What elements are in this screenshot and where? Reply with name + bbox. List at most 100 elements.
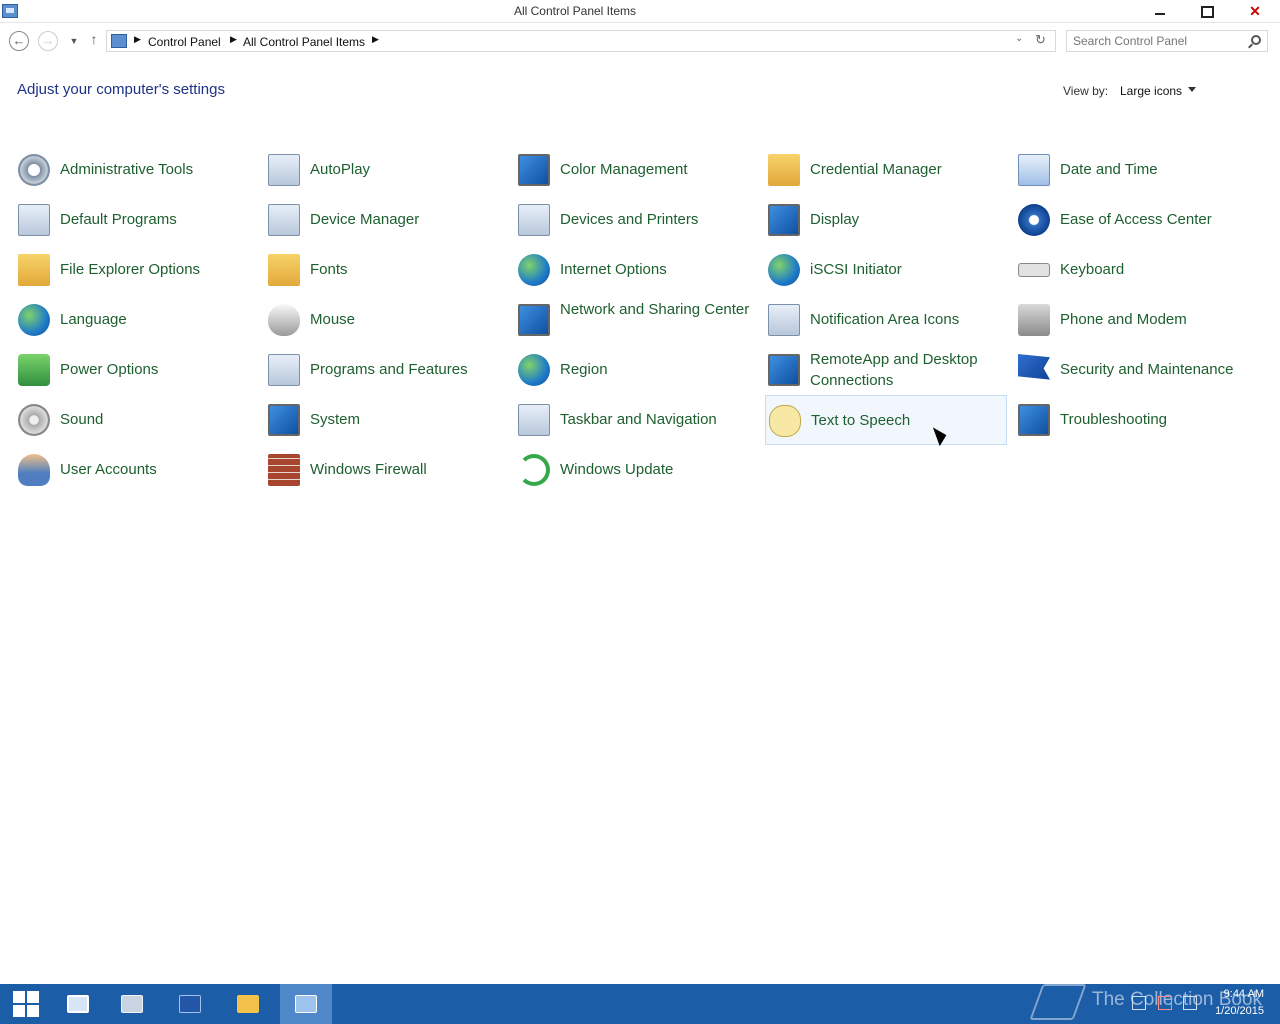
- item-label: Date and Time: [1060, 161, 1158, 178]
- file-explorer-options-icon: [18, 254, 50, 286]
- item-devices-printers[interactable]: Devices and Printers: [515, 195, 757, 245]
- item-label: Security and Maintenance: [1060, 361, 1234, 378]
- taskbar-powershell[interactable]: [164, 984, 216, 1024]
- item-label: Language: [60, 311, 127, 328]
- breadcrumb-all-items[interactable]: All Control Panel Items: [243, 35, 365, 49]
- item-internet-options[interactable]: Internet Options: [515, 245, 757, 295]
- address-dropdown-icon[interactable]: ⌄: [1015, 33, 1023, 44]
- search-box[interactable]: [1066, 30, 1268, 52]
- item-text-to-speech[interactable]: Text to Speech: [765, 395, 1007, 445]
- item-taskbar-navigation[interactable]: Taskbar and Navigation: [515, 395, 757, 445]
- breadcrumb-control-panel[interactable]: Control Panel: [148, 35, 221, 49]
- network-sharing-icon: [518, 304, 550, 336]
- item-keyboard[interactable]: Keyboard: [1015, 245, 1257, 295]
- chevron-down-icon[interactable]: [1188, 87, 1196, 92]
- minimize-button[interactable]: [1138, 0, 1184, 22]
- forward-button[interactable]: →: [38, 31, 58, 51]
- search-input[interactable]: [1073, 34, 1243, 48]
- item-system[interactable]: System: [265, 395, 507, 445]
- fonts-icon: [268, 254, 300, 286]
- item-programs-features[interactable]: Programs and Features: [265, 345, 507, 395]
- item-color-management[interactable]: Color Management: [515, 145, 757, 195]
- recent-locations-button[interactable]: ▼: [64, 31, 84, 51]
- item-windows-update[interactable]: Windows Update: [515, 445, 757, 495]
- item-power-options[interactable]: Power Options: [15, 345, 257, 395]
- item-troubleshooting[interactable]: Troubleshooting: [1015, 395, 1257, 445]
- network-icon[interactable]: [1132, 996, 1146, 1010]
- window-icon: [67, 995, 89, 1013]
- item-label: Color Management: [560, 161, 688, 178]
- item-label: Default Programs: [60, 211, 177, 228]
- volume-muted-icon[interactable]: [1158, 996, 1172, 1010]
- item-network-sharing[interactable]: Network and Sharing Center: [515, 295, 757, 345]
- item-default-programs[interactable]: Default Programs: [15, 195, 257, 245]
- start-button[interactable]: [0, 984, 52, 1024]
- item-label: Administrative Tools: [60, 161, 194, 178]
- view-by-dropdown[interactable]: Large icons: [1120, 84, 1182, 98]
- address-bar[interactable]: ▶ Control Panel ▶ All Control Panel Item…: [106, 30, 1056, 52]
- back-button[interactable]: ←: [9, 31, 29, 51]
- taskbar-file-explorer[interactable]: [222, 984, 274, 1024]
- mouse-icon: [268, 304, 300, 336]
- item-label: Ease of Access Center: [1060, 211, 1212, 228]
- item-user-accounts[interactable]: User Accounts: [15, 445, 257, 495]
- item-remoteapp[interactable]: RemoteApp and Desktop Connections: [765, 345, 1007, 395]
- item-label: System: [310, 411, 361, 428]
- control-panel-icon: [111, 34, 127, 48]
- close-button[interactable]: ✕: [1230, 0, 1280, 22]
- taskbar-task-view[interactable]: [52, 984, 104, 1024]
- up-button[interactable]: ↑: [84, 31, 104, 51]
- devices-printers-icon: [518, 204, 550, 236]
- item-administrative-tools[interactable]: Administrative Tools: [15, 145, 257, 195]
- text-to-speech-icon: [769, 405, 801, 437]
- item-label: iSCSI Initiator: [810, 261, 902, 278]
- search-icon[interactable]: [1251, 35, 1261, 45]
- item-phone-modem[interactable]: Phone and Modem: [1015, 295, 1257, 345]
- navigation-bar: ← → ▼ ↑ ▶ Control Panel ▶ All Control Pa…: [0, 28, 1280, 54]
- default-programs-icon: [18, 204, 50, 236]
- clock-date[interactable]: 1/20/2015: [1206, 1005, 1264, 1017]
- autoplay-icon: [268, 154, 300, 186]
- folder-icon: [237, 995, 259, 1013]
- item-label: RemoteApp and Desktop Connections: [810, 351, 978, 389]
- item-label: Keyboard: [1060, 261, 1125, 278]
- item-notification-area[interactable]: Notification Area Icons: [765, 295, 1007, 345]
- item-file-explorer-options[interactable]: File Explorer Options: [15, 245, 257, 295]
- item-iscsi-initiator[interactable]: iSCSI Initiator: [765, 245, 1007, 295]
- item-date-time[interactable]: Date and Time: [1015, 145, 1257, 195]
- programs-features-icon: [268, 354, 300, 386]
- item-region[interactable]: Region: [515, 345, 757, 395]
- item-windows-firewall[interactable]: Windows Firewall: [265, 445, 507, 495]
- credential-manager-icon: [768, 154, 800, 186]
- item-label: Windows Update: [560, 461, 674, 478]
- item-credential-manager[interactable]: Credential Manager: [765, 145, 1007, 195]
- item-fonts[interactable]: Fonts: [265, 245, 507, 295]
- item-ease-of-access[interactable]: Ease of Access Center: [1015, 195, 1257, 245]
- item-label: Display: [810, 211, 860, 228]
- item-label: Programs and Features: [310, 361, 468, 378]
- restore-button[interactable]: [1184, 0, 1230, 22]
- breadcrumb-separator-icon[interactable]: ▶: [372, 34, 379, 45]
- breadcrumb-separator-icon[interactable]: ▶: [134, 34, 141, 45]
- taskbar-navigation-icon: [518, 404, 550, 436]
- item-device-manager[interactable]: Device Manager: [265, 195, 507, 245]
- item-label: Troubleshooting: [1060, 411, 1168, 428]
- action-center-icon[interactable]: [1183, 996, 1197, 1010]
- refresh-icon[interactable]: ↻: [1035, 32, 1046, 48]
- item-mouse[interactable]: Mouse: [265, 295, 507, 345]
- breadcrumb-separator-icon[interactable]: ▶: [230, 34, 237, 45]
- item-label: Phone and Modem: [1060, 311, 1187, 328]
- item-label: Text to Speech: [811, 412, 911, 429]
- color-management-icon: [518, 154, 550, 186]
- remoteapp-icon: [768, 354, 800, 386]
- taskbar-server-manager[interactable]: [106, 984, 158, 1024]
- item-label: Region: [560, 361, 608, 378]
- item-security-maintenance[interactable]: Security and Maintenance: [1015, 345, 1257, 395]
- item-sound[interactable]: Sound: [15, 395, 257, 445]
- clock-time[interactable]: 9:44 AM: [1208, 988, 1264, 1000]
- item-language[interactable]: Language: [15, 295, 257, 345]
- item-autoplay[interactable]: AutoPlay: [265, 145, 507, 195]
- item-display[interactable]: Display: [765, 195, 1007, 245]
- taskbar-control-panel[interactable]: [280, 984, 332, 1024]
- sound-icon: [18, 404, 50, 436]
